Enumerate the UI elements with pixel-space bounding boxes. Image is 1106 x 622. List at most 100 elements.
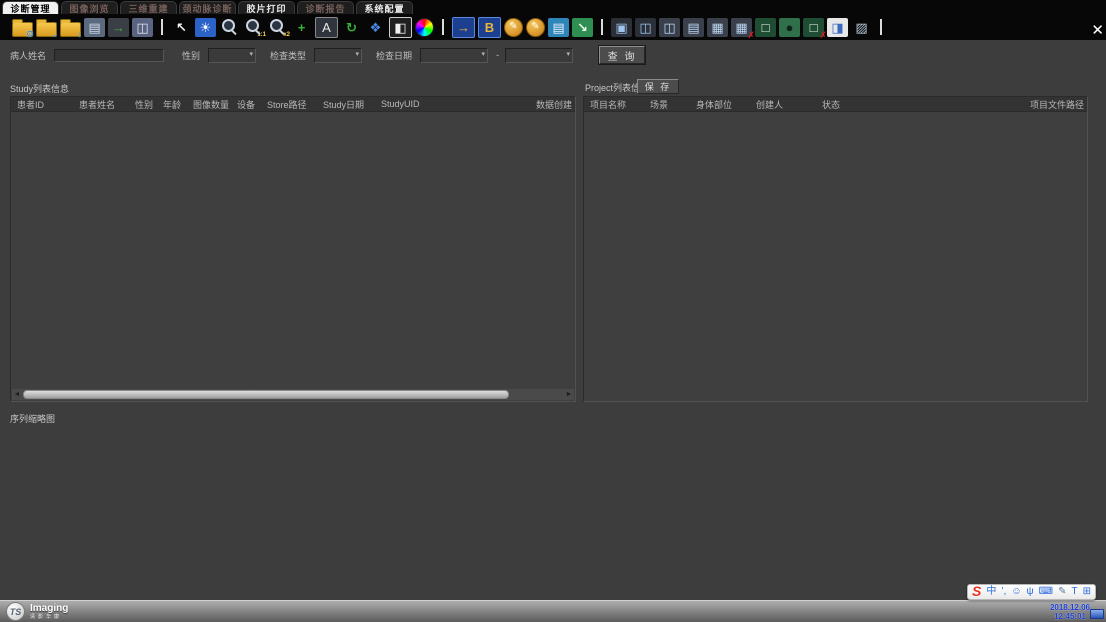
roi-rect-icon[interactable]: □ — [755, 18, 776, 37]
series-bind-icon[interactable]: B — [478, 17, 501, 38]
input-method-tray: S中 ’, ☺ ψ ⌨ ✎ T ⊞ — [967, 584, 1096, 600]
layout-single-icon[interactable]: ▣ — [611, 18, 632, 37]
logo-subtext: 清影华康 — [30, 614, 68, 620]
rotate-icon[interactable]: ↻ — [341, 18, 362, 37]
voice-icon[interactable]: ψ — [1027, 587, 1034, 597]
logo-monogram: TS — [6, 602, 25, 621]
exam-date-label: 检查日期 — [376, 49, 412, 62]
column-header[interactable]: Study日期 — [317, 98, 375, 111]
tool-bar: ⚙→↓▤→◫↖☀1:1x2+A↻❖◧→B✎✎▤↘▣◫◫▤▦▦✗□●□✗◨▨ — [0, 14, 1106, 40]
tab-5[interactable]: 胶片打印 — [238, 1, 295, 14]
query-row: 病人姓名 性别 检查类型 检查日期 - 查 询 — [10, 47, 645, 63]
image-export-icon[interactable]: ↘ — [572, 18, 593, 37]
taskbar-date: 2018.12.06 — [1050, 603, 1090, 612]
measure-edit-icon[interactable]: ✎ — [504, 18, 523, 37]
scroll-right-icon[interactable]: ► — [564, 389, 574, 400]
keyboard-icon[interactable]: ⌨ — [1039, 587, 1053, 597]
measure-edit2-icon[interactable]: ✎ — [526, 18, 545, 37]
taskbar-time: 12:45:01 — [1050, 612, 1090, 621]
roi-delete-icon[interactable]: □✗ — [803, 18, 824, 37]
taskbar-clock[interactable]: 2018.12.06 12:45:01 — [1050, 603, 1090, 621]
project-list-panel: 项目名称场景身体部位创建人状态 项目文件路径 — [583, 96, 1088, 402]
emoji-icon[interactable]: ☺ — [1011, 587, 1021, 597]
tab-7[interactable]: 系统配置 — [356, 1, 413, 14]
search-button[interactable]: 查 询 — [599, 46, 645, 64]
column-header[interactable]: 年龄 — [157, 98, 187, 111]
tab-3[interactable]: 三维重建 — [120, 1, 177, 14]
toolbar-separator — [601, 19, 603, 35]
gender-select[interactable] — [208, 48, 256, 63]
layout-columns-icon[interactable]: ◫ — [659, 18, 680, 37]
open-folder-import-icon[interactable]: ↓ — [60, 22, 81, 37]
fit-view-icon[interactable]: ❖ — [365, 18, 386, 37]
ime-punct-icon[interactable]: ’, — [1001, 587, 1006, 597]
study-horizontal-scrollbar[interactable]: ◄ ► — [12, 389, 574, 400]
tab-2[interactable]: 图像浏览 — [61, 1, 118, 14]
sogou-icon[interactable]: S — [972, 584, 981, 598]
pan-icon[interactable]: + — [291, 18, 312, 37]
column-header[interactable]: 患者姓名 — [73, 98, 129, 111]
taskbar-widget-icon[interactable] — [1090, 609, 1104, 619]
exam-date-to-select[interactable] — [505, 48, 573, 63]
exam-type-label: 检查类型 — [270, 49, 306, 62]
report-copy-icon[interactable]: ▤ — [548, 18, 569, 37]
open-folder-config-icon[interactable]: ⚙ — [12, 22, 33, 37]
toolbox-icon[interactable]: ⊞ — [1083, 587, 1091, 597]
date-range-separator: - — [496, 50, 499, 60]
exam-date-from-select[interactable] — [420, 48, 488, 63]
study-table-header: 患者ID患者姓名性别年龄图像数量设备Store路径Study日期StudyUID… — [11, 97, 575, 112]
invert-icon[interactable]: ◧ — [389, 17, 412, 38]
database-archive-icon[interactable]: ◫ — [132, 18, 153, 37]
column-header[interactable]: Store路径 — [261, 98, 317, 111]
open-folder-network-icon[interactable]: → — [36, 22, 57, 37]
column-header[interactable]: StudyUID — [375, 99, 525, 109]
tab-bar: 诊断管理图像浏览三维重建颈动脉诊断胶片打印诊断报告系统配置 — [0, 0, 1106, 14]
layout-rows-icon[interactable]: ▤ — [683, 18, 704, 37]
ime-lang-icon[interactable]: 中 — [986, 587, 996, 597]
handwrite-icon[interactable]: ✎ — [1058, 587, 1066, 597]
export-study-icon[interactable]: → — [108, 18, 129, 37]
cascade-windows-icon[interactable]: ▨ — [851, 18, 872, 37]
column-header[interactable]: 患者ID — [11, 98, 73, 111]
patient-name-input[interactable] — [54, 49, 164, 62]
column-header[interactable]: 创建人 — [750, 98, 816, 111]
series-thumbnails-area — [0, 424, 1106, 600]
gender-label: 性别 — [182, 49, 200, 62]
window-level-icon[interactable]: ☀ — [195, 18, 216, 37]
series-import-icon[interactable]: → — [452, 17, 475, 38]
color-wheel-icon[interactable] — [415, 18, 434, 37]
tab-4[interactable]: 颈动脉诊断 — [179, 1, 236, 14]
roi-ellipse-icon[interactable]: ● — [779, 18, 800, 37]
split-view-icon[interactable]: ◨ — [827, 18, 848, 37]
tab-1[interactable]: 诊断管理 — [2, 1, 59, 14]
skin-icon[interactable]: T — [1072, 587, 1078, 597]
zoom-2x-icon[interactable]: x2 — [267, 18, 288, 37]
annotation-icon[interactable]: A — [315, 17, 338, 38]
column-header[interactable]: 项目名称 — [584, 98, 644, 111]
exam-type-select[interactable] — [314, 48, 362, 63]
tab-6[interactable]: 诊断报告 — [297, 1, 354, 14]
layout-grid-icon[interactable]: ▦ — [707, 18, 728, 37]
toolbar-separator — [161, 19, 163, 35]
layout-grid-delete-icon[interactable]: ▦✗ — [731, 18, 752, 37]
cursor-icon[interactable]: ↖ — [171, 18, 192, 37]
scroll-left-icon[interactable]: ◄ — [12, 389, 22, 400]
zoom-icon[interactable] — [219, 18, 240, 37]
film-browser-icon[interactable]: ▤ — [84, 18, 105, 37]
scroll-thumb[interactable] — [23, 390, 509, 399]
close-icon[interactable]: ✕ — [1091, 23, 1104, 38]
column-header[interactable]: 设备 — [231, 98, 261, 111]
study-list-panel: 患者ID患者姓名性别年龄图像数量设备Store路径Study日期StudyUID… — [10, 96, 576, 402]
column-header[interactable]: 数据创建 — [530, 98, 575, 111]
save-button[interactable]: 保 存 — [637, 79, 679, 94]
column-header[interactable]: 状态 — [816, 98, 858, 111]
top-bar: 诊断管理图像浏览三维重建颈动脉诊断胶片打印诊断报告系统配置 ⚙→↓▤→◫↖☀1:… — [0, 0, 1106, 40]
column-header[interactable]: 性别 — [129, 98, 157, 111]
layout-custom-icon[interactable]: ◫ — [635, 18, 656, 37]
column-header[interactable]: 身体部位 — [690, 98, 750, 111]
column-header[interactable]: 图像数量 — [187, 98, 231, 111]
zoom-actual-icon[interactable]: 1:1 — [243, 18, 264, 37]
column-header[interactable]: 项目文件路径 — [1024, 98, 1087, 111]
study-table-body — [11, 112, 575, 388]
column-header[interactable]: 场景 — [644, 98, 690, 111]
